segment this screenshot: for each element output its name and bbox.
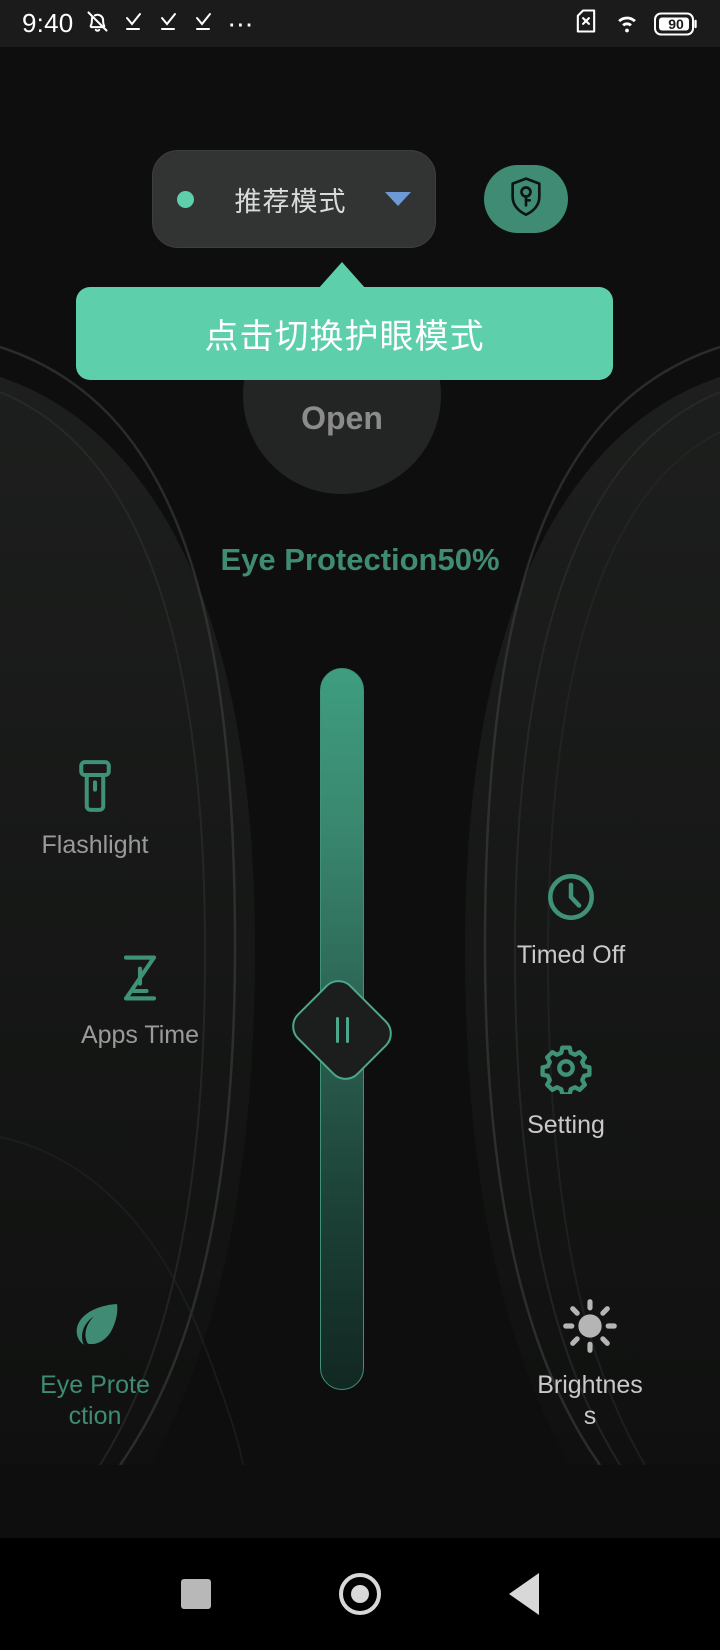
tooltip-text: 点击切换护眼模式	[204, 318, 485, 356]
status-bar-left: 9:40 ⋯	[22, 8, 255, 40]
flashlight-icon	[73, 752, 117, 814]
quick-action-label: Setting	[527, 1111, 605, 1139]
app-screen: 9:40 ⋯ 90 推荐模式 Open 点击切换护眼模式 Eye Protect…	[0, 0, 720, 1650]
quick-action-timed-off[interactable]: Timed Off	[476, 862, 666, 971]
mode-selector-label: 推荐模式	[234, 186, 347, 217]
check-task-icon	[157, 9, 181, 38]
clock-icon	[544, 862, 598, 924]
status-time: 9:40	[22, 8, 74, 38]
quick-action-brightness[interactable]: Brightnes s	[495, 1292, 685, 1433]
mode-status-dot	[177, 190, 194, 208]
mode-selector-dropdown[interactable]: 推荐模式	[152, 150, 436, 248]
quick-action-flashlight[interactable]: Flashlight	[0, 752, 190, 861]
quick-action-eye-protection[interactable]: Eye Prote ction	[0, 1292, 190, 1433]
overflow-dots-icon: ⋯	[227, 8, 256, 39]
quick-action-label: Eye Prote ction	[40, 1371, 150, 1431]
battery-icon: 90	[654, 12, 698, 36]
gear-icon	[540, 1032, 592, 1094]
wifi-icon	[613, 7, 641, 40]
check-task-icon	[122, 9, 146, 38]
battery-level-text: 90	[668, 15, 684, 32]
eye-protection-percent: Eye Protection50%	[220, 542, 500, 577]
power-toggle-label: Open	[301, 399, 383, 436]
hourglass-icon	[117, 942, 163, 1004]
mode-row: 推荐模式	[0, 150, 720, 248]
shield-key-icon	[506, 175, 546, 224]
quick-action-setting[interactable]: Setting	[471, 1032, 661, 1141]
recents-square-icon[interactable]	[181, 1579, 211, 1609]
leaf-icon	[66, 1292, 124, 1354]
status-bar-right: 90	[572, 7, 698, 40]
quick-action-label: Apps Time	[80, 1021, 200, 1049]
quick-action-label: Timed Off	[516, 941, 626, 969]
tooltip-arrow-icon	[318, 262, 366, 289]
sim-missing-icon	[572, 7, 600, 40]
status-bar: 9:40 ⋯ 90	[0, 0, 720, 47]
shield-key-button[interactable]	[484, 165, 568, 233]
quick-action-label: Brightnes s	[537, 1371, 643, 1431]
chevron-down-icon[interactable]	[385, 192, 411, 206]
check-task-icon	[192, 9, 216, 38]
pause-grip-icon	[330, 1014, 354, 1046]
sun-icon	[562, 1292, 618, 1354]
home-circle-icon[interactable]	[339, 1573, 381, 1615]
bell-mute-icon	[84, 8, 111, 40]
tooltip-bubble[interactable]: 点击切换护眼模式	[76, 287, 613, 380]
back-triangle-icon[interactable]	[509, 1573, 539, 1615]
quick-action-apps-time[interactable]: Apps Time	[45, 942, 235, 1051]
quick-action-label: Flashlight	[41, 831, 149, 859]
android-navigation-bar	[0, 1538, 720, 1650]
